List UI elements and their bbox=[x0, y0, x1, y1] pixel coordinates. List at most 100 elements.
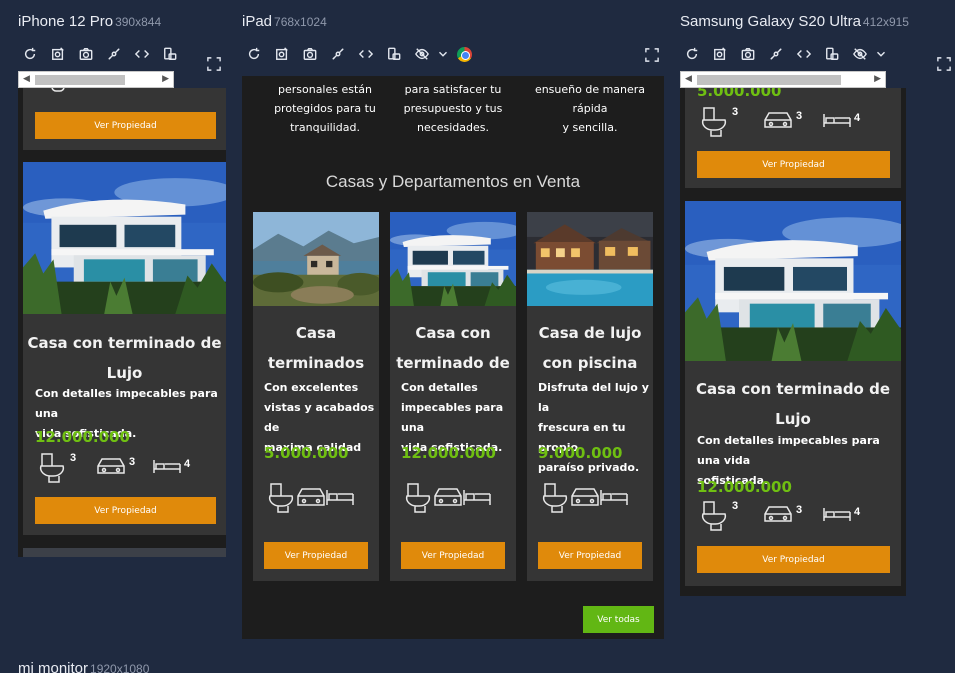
property-description: Disfruta del lujo y la frescura en tu pr… bbox=[538, 378, 650, 478]
rotate-icon[interactable] bbox=[156, 44, 184, 64]
property-description-line: Con detalles impecables para una bbox=[35, 387, 218, 420]
device-title-samsung: Samsung Galaxy S20 Ultra 412x915 bbox=[680, 13, 909, 30]
intro-column: ensueño de manera rápida y sencilla. bbox=[520, 80, 660, 137]
reload-icon[interactable] bbox=[240, 44, 268, 64]
property-photo bbox=[23, 162, 226, 314]
property-description-line: Con excelentes bbox=[264, 381, 359, 394]
toilet-icon bbox=[39, 453, 65, 483]
device-dimensions: 1920x1080 bbox=[90, 662, 150, 673]
devtools-code-icon[interactable] bbox=[352, 44, 380, 64]
scrollbar-thumb[interactable] bbox=[697, 75, 841, 85]
property-title-line: Casa de lujo bbox=[538, 324, 642, 342]
chrome-icon[interactable] bbox=[450, 44, 478, 64]
hide-icon[interactable] bbox=[846, 44, 874, 64]
features-row bbox=[405, 482, 491, 514]
iphone-viewport: Ver Propiedad Casa con terminado de Lujo… bbox=[18, 88, 226, 557]
screenshot-device-icon[interactable] bbox=[268, 44, 296, 64]
car-icon bbox=[764, 506, 792, 522]
view-property-button[interactable]: Ver Propiedad bbox=[35, 497, 216, 524]
parking-count: 3 bbox=[129, 456, 136, 468]
property-price: 12.000.000 bbox=[401, 444, 496, 462]
view-property-button[interactable]: Ver Propiedad bbox=[697, 151, 890, 178]
view-property-button[interactable]: Ver Propiedad bbox=[264, 542, 368, 569]
scrollbar-thumb[interactable] bbox=[35, 75, 125, 85]
scroll-right-icon[interactable]: ▶ bbox=[874, 73, 881, 84]
property-description-line: Con detalles bbox=[401, 381, 478, 394]
toilet-icon bbox=[542, 483, 568, 513]
expand-icon[interactable] bbox=[207, 57, 221, 71]
camera-icon[interactable] bbox=[72, 44, 100, 64]
intro-column: personales están protegidos para tu tran… bbox=[260, 80, 390, 137]
expand-icon[interactable] bbox=[937, 57, 951, 71]
bed-icon bbox=[823, 508, 851, 521]
samsung-viewport: 5.000.000 3 3 4 Ver Propiedad Casa con t… bbox=[680, 88, 906, 596]
features-row bbox=[268, 482, 354, 514]
car-icon bbox=[297, 488, 325, 506]
property-photo bbox=[253, 212, 379, 306]
property-title: Casa de lujo con piscina bbox=[527, 318, 653, 378]
toilet-icon bbox=[268, 483, 294, 513]
network-throttle-icon[interactable] bbox=[100, 44, 128, 64]
property-title-line: Casa con terminado de bbox=[696, 380, 890, 398]
screenshot-device-icon[interactable] bbox=[44, 44, 72, 64]
horizontal-scrollbar[interactable]: ◀ ▶ bbox=[18, 71, 174, 88]
intro-line: necesidades. bbox=[416, 121, 490, 134]
rooms-count: 4 bbox=[854, 506, 861, 518]
intro-line: y sencilla. bbox=[562, 121, 618, 134]
property-description-line: Disfruta del lujo y la bbox=[538, 381, 649, 414]
rooms-feature: 4 bbox=[823, 506, 860, 522]
property-title: Casa con terminado de Lujo bbox=[685, 374, 901, 434]
rooms-feature: 4 bbox=[153, 458, 190, 474]
bath-feature: 3 bbox=[701, 500, 738, 532]
chevron-down-icon[interactable] bbox=[874, 44, 888, 64]
network-throttle-icon[interactable] bbox=[324, 44, 352, 64]
view-property-button[interactable]: Ver Propiedad bbox=[538, 542, 642, 569]
network-throttle-icon[interactable] bbox=[762, 44, 790, 64]
device-title-monitor: mi monitor 1920x1080 bbox=[18, 660, 149, 673]
parking-count: 3 bbox=[796, 110, 803, 122]
scroll-left-icon[interactable]: ◀ bbox=[685, 73, 692, 84]
view-all-button[interactable]: Ver todas bbox=[583, 606, 654, 633]
scroll-left-icon[interactable]: ◀ bbox=[23, 73, 30, 84]
property-title-line: terminado de bbox=[396, 354, 510, 372]
features-row bbox=[542, 482, 628, 514]
camera-icon[interactable] bbox=[734, 44, 762, 64]
rooms-count: 4 bbox=[184, 458, 191, 470]
device-dimensions: 412x915 bbox=[862, 15, 909, 29]
hide-icon[interactable] bbox=[408, 44, 436, 64]
view-property-button[interactable]: Ver Propiedad bbox=[35, 112, 216, 139]
chevron-down-icon[interactable] bbox=[436, 44, 450, 64]
next-card-photo bbox=[23, 547, 226, 557]
property-price: 12.000.000 bbox=[35, 428, 130, 446]
property-photo bbox=[685, 201, 901, 361]
ipad-viewport: personales están protegidos para tu tran… bbox=[242, 76, 664, 639]
devtools-code-icon[interactable] bbox=[790, 44, 818, 64]
rooms-feature: 4 bbox=[823, 112, 860, 128]
horizontal-scrollbar[interactable]: ◀ ▶ bbox=[680, 71, 886, 88]
parking-feature: 3 bbox=[96, 456, 135, 476]
view-property-button[interactable]: Ver Propiedad bbox=[697, 546, 890, 573]
property-title-line: Casa bbox=[295, 324, 337, 342]
bed-icon bbox=[326, 490, 354, 505]
rotate-icon[interactable] bbox=[818, 44, 846, 64]
rotate-icon[interactable] bbox=[380, 44, 408, 64]
expand-icon[interactable] bbox=[645, 48, 659, 62]
property-price: 5.000.000 bbox=[697, 88, 782, 100]
reload-icon[interactable] bbox=[16, 44, 44, 64]
reload-icon[interactable] bbox=[678, 44, 706, 64]
car-icon bbox=[571, 488, 599, 506]
devtools-code-icon[interactable] bbox=[128, 44, 156, 64]
property-title: Casa con terminado de bbox=[390, 318, 516, 378]
intro-line: ensueño de manera rápida bbox=[534, 83, 646, 115]
car-icon bbox=[434, 488, 462, 506]
view-property-button[interactable]: Ver Propiedad bbox=[401, 542, 505, 569]
bath-count: 3 bbox=[732, 106, 739, 118]
toilet-icon bbox=[701, 107, 727, 137]
camera-icon[interactable] bbox=[296, 44, 324, 64]
scroll-right-icon[interactable]: ▶ bbox=[162, 73, 169, 84]
property-title-line: Casa con bbox=[415, 324, 491, 342]
intro-line: para satisfacer tu bbox=[404, 83, 502, 96]
bath-icon bbox=[51, 88, 65, 92]
screenshot-device-icon[interactable] bbox=[706, 44, 734, 64]
intro-line: tranquilidad. bbox=[290, 121, 360, 134]
